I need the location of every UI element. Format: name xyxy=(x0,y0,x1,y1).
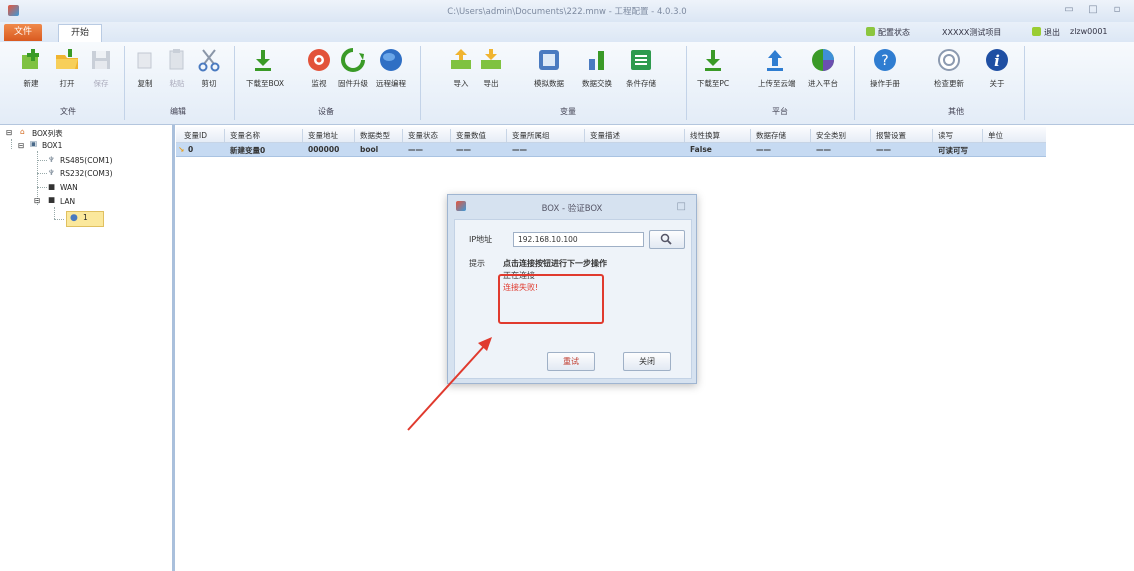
annotation-arrow xyxy=(407,337,492,431)
